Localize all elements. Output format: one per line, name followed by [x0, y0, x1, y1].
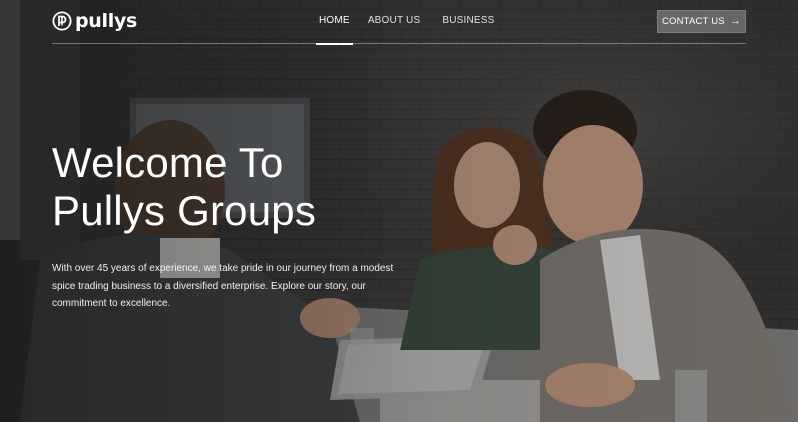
headline-line-2: Pullys Groups — [52, 187, 317, 234]
site-header: pullys HOME ABOUT US BUSINESS CONTACT US… — [52, 0, 746, 45]
nav-item-home[interactable]: HOME — [316, 0, 353, 45]
hero-description: With over 45 years of experience, we tak… — [52, 263, 394, 309]
contact-us-label: CONTACT US — [661, 16, 725, 27]
contact-us-button[interactable]: CONTACT US → — [657, 10, 746, 33]
pullys-logo-icon — [52, 11, 72, 31]
nav-item-business[interactable]: BUSINESS — [442, 0, 494, 44]
arrow-right-icon: → — [729, 15, 742, 27]
hero-headline: Welcome To Pullys Groups — [52, 139, 392, 235]
brand-name: pullys — [75, 10, 138, 32]
headline-line-1: Welcome To — [52, 139, 284, 186]
nav-item-about-us[interactable]: ABOUT US — [368, 0, 421, 44]
brand-logo[interactable]: pullys — [52, 11, 137, 31]
main-nav: HOME ABOUT US BUSINESS — [316, 0, 495, 45]
